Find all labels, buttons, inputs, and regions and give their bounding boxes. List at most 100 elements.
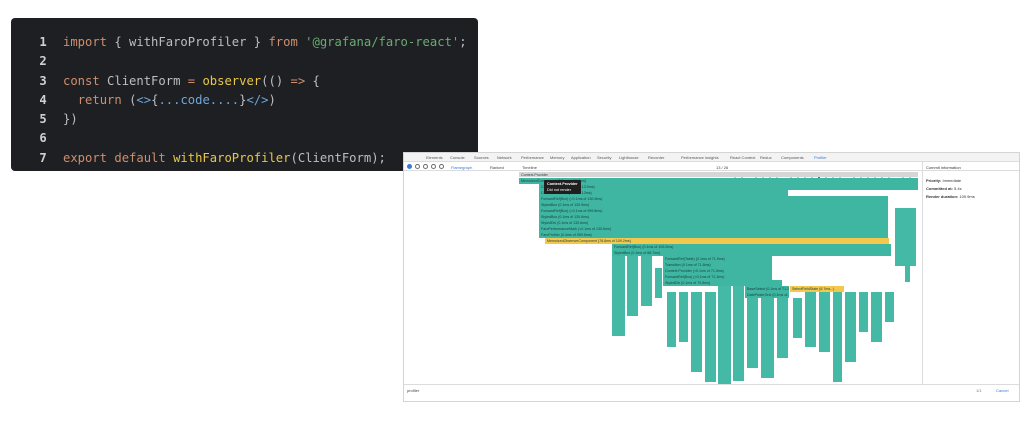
- code-token: '@grafana/faro-react': [305, 35, 460, 49]
- flame-subtree[interactable]: [819, 292, 831, 352]
- flame-subtree[interactable]: [691, 292, 703, 372]
- devtools-tab[interactable]: Security: [597, 155, 611, 160]
- devtools-tab-bar: Elements Console Sources Network Performance…: [404, 153, 1019, 162]
- code-token: ;: [459, 35, 467, 49]
- flame-subtree[interactable]: [705, 292, 717, 382]
- line-number: 3: [39, 73, 47, 88]
- flame-subtree[interactable]: [905, 266, 911, 282]
- screenshot-root: 1 import { withFaroProfiler } from '@graf…: [0, 0, 1024, 421]
- flame-subtree[interactable]: [793, 298, 803, 338]
- flame-subtree[interactable]: [833, 292, 843, 382]
- tab-ranked[interactable]: Ranked: [490, 165, 504, 170]
- flame-subtree[interactable]: [777, 298, 789, 358]
- upload-icon[interactable]: [431, 164, 436, 169]
- devtools-tab[interactable]: React Context: [730, 155, 755, 160]
- flame-subtree[interactable]: [805, 292, 817, 347]
- flame-subtree[interactable]: [859, 292, 869, 332]
- duration-row: Render duration: 109.9ms: [926, 194, 975, 199]
- flame-subtree[interactable]: [679, 292, 689, 342]
- code-text: export default withFaroProfiler(ClientFo…: [63, 149, 386, 168]
- committed-label: Committed at:: [926, 186, 953, 191]
- flame-subtree[interactable]: [627, 256, 639, 316]
- devtools-tab[interactable]: Performance: [521, 155, 544, 160]
- duration-value: 109.9ms: [959, 194, 975, 199]
- devtools-tab[interactable]: Performance insights: [681, 155, 719, 160]
- search-bar: profiler 1/1 Cancel: [404, 384, 1019, 394]
- devtools-tab[interactable]: Elements: [426, 155, 443, 160]
- tab-timeline[interactable]: Timeline: [522, 165, 537, 170]
- code-line: 6: [11, 129, 478, 148]
- code-token: withFaroProfiler: [173, 150, 291, 165]
- flame-bar-root[interactable]: Context.Provider: [519, 172, 919, 177]
- flame-subtree[interactable]: [761, 298, 775, 378]
- code-text: import { withFaroProfiler } from '@grafa…: [63, 33, 467, 52]
- code-line: 3 const ClientForm = observer(() => {: [11, 72, 478, 91]
- code-snippet: 1 import { withFaroProfiler } from '@graf…: [11, 18, 478, 171]
- commit-info-title: Commit information: [926, 165, 961, 170]
- code-line: 1 import { withFaroProfiler } from '@graf…: [11, 33, 478, 52]
- duration-label: Render duration:: [926, 194, 959, 199]
- flame-subtree[interactable]: [612, 256, 626, 336]
- code-token: }): [63, 112, 78, 127]
- code-token: from: [268, 35, 306, 49]
- flame-subtree[interactable]: [885, 292, 895, 322]
- devtools-window: Elements Console Sources Network Performance…: [403, 152, 1020, 402]
- clear-icon[interactable]: [423, 164, 428, 169]
- code-token: ): [268, 92, 276, 107]
- flame-subtree[interactable]: [667, 292, 677, 347]
- devtools-tab[interactable]: Network: [497, 155, 512, 160]
- code-token: <>: [136, 92, 152, 107]
- record-icon[interactable]: [407, 164, 412, 169]
- devtools-tab[interactable]: Redux: [760, 155, 772, 160]
- line-number: 7: [39, 150, 47, 165]
- download-icon[interactable]: [439, 164, 444, 169]
- flame-subtree[interactable]: [655, 268, 663, 298]
- code-text: }): [63, 110, 78, 129]
- line-number: 5: [39, 112, 47, 127]
- cancel-button[interactable]: Cancel: [996, 388, 1008, 393]
- code-token: ClientForm: [107, 73, 188, 88]
- code-token: const: [63, 73, 108, 88]
- code-token: {: [312, 73, 320, 88]
- flame-subtree[interactable]: [845, 292, 857, 362]
- flame-subtree[interactable]: [733, 286, 745, 381]
- search-input[interactable]: profiler: [407, 388, 419, 393]
- tab-flamegraph[interactable]: Flamegraph: [451, 165, 472, 170]
- flame-subtree[interactable]: [895, 208, 917, 266]
- flame-tooltip: Context.Provider Did not render: [544, 180, 581, 194]
- devtools-tab[interactable]: Profiler: [814, 155, 827, 160]
- reload-icon[interactable]: [415, 164, 420, 169]
- code-token: ((): [261, 73, 291, 88]
- code-token: return: [77, 92, 130, 107]
- code-line: 5}): [11, 110, 478, 129]
- devtools-tab[interactable]: Components: [781, 155, 804, 160]
- tooltip-subtitle: Did not render: [547, 188, 572, 192]
- priority-value: Immediate: [942, 178, 962, 183]
- flame-subtree[interactable]: [871, 292, 883, 342]
- code-token: =>: [290, 73, 313, 88]
- flamegraph[interactable]: Context.Provider MemoizedComponent (0.3m…: [405, 172, 921, 384]
- code-token: default: [114, 150, 174, 165]
- code-token: observer: [202, 73, 262, 88]
- code-line: 2: [11, 52, 478, 71]
- devtools-tab[interactable]: Lighthouse: [619, 155, 639, 160]
- commit-info-panel: Commit information Priority: Immediate C…: [922, 162, 1020, 384]
- flame-subtree[interactable]: [641, 256, 653, 306]
- code-token: </>: [246, 92, 269, 107]
- devtools-tab[interactable]: Application: [571, 155, 591, 160]
- devtools-tab[interactable]: Memory: [550, 155, 564, 160]
- flame-subtree[interactable]: [747, 298, 759, 368]
- code-token: export: [63, 150, 115, 165]
- devtools-tab[interactable]: Recorder: [648, 155, 664, 160]
- flame-subtree[interactable]: [718, 286, 732, 384]
- line-number: 4: [39, 92, 47, 107]
- code-token: ...code....: [158, 92, 240, 107]
- committed-row: Committed at: 5.4s: [926, 186, 962, 191]
- committed-value: 5.4s: [954, 186, 962, 191]
- code-line: 4 return (<>{...code....}</>): [11, 91, 478, 110]
- devtools-tab[interactable]: Sources: [474, 155, 489, 160]
- devtools-tab[interactable]: Console: [450, 155, 465, 160]
- code-text: const ClientForm = observer(() => {: [63, 72, 320, 91]
- commit-counter: 13 / 26: [716, 164, 729, 170]
